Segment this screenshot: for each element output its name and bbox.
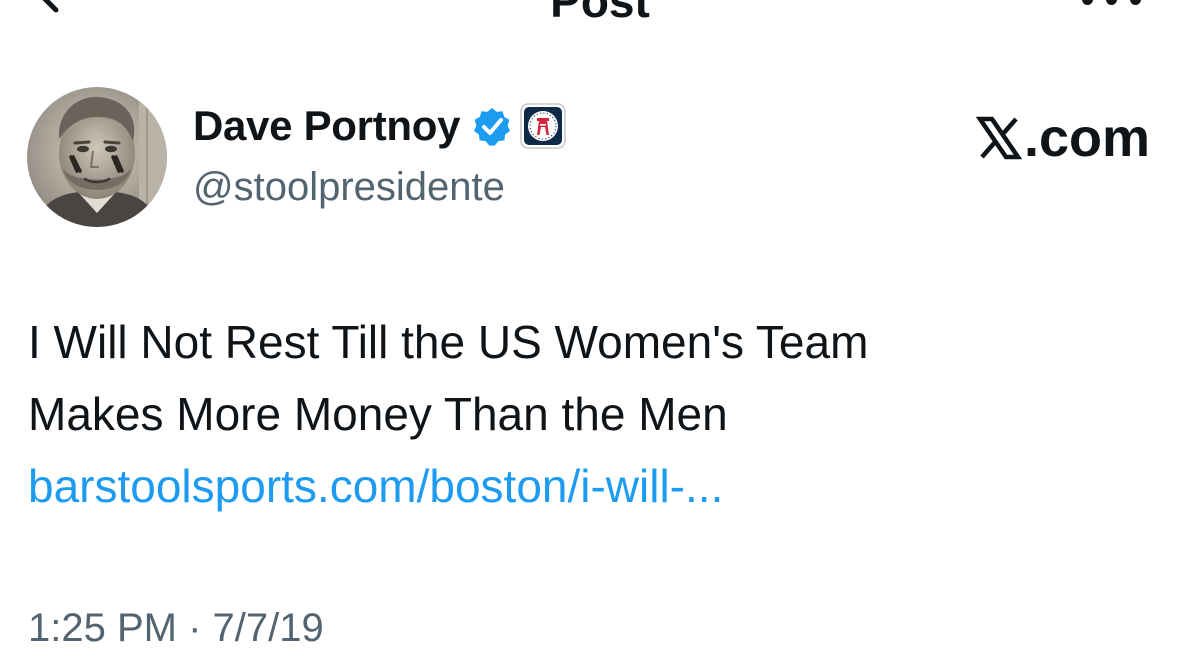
verified-badge-icon bbox=[474, 108, 511, 146]
avatar-image bbox=[27, 87, 167, 227]
post-timestamp: 1:25 PM · 7/7/19 bbox=[28, 603, 324, 653]
barstool-affiliate-badge-icon bbox=[520, 103, 566, 149]
post-text-line-2: Makes More Money Than the Men bbox=[28, 388, 728, 440]
x-com-watermark: .com bbox=[975, 108, 1150, 168]
avatar[interactable] bbox=[27, 87, 167, 227]
author-handle[interactable]: @stoolpresidente bbox=[193, 163, 505, 211]
x-logo-icon bbox=[975, 116, 1022, 160]
post-time[interactable]: 1:25 PM bbox=[28, 606, 177, 650]
timestamp-separator: · bbox=[188, 606, 202, 650]
author-display-name[interactable]: Dave Portnoy bbox=[193, 100, 460, 152]
watermark-text: .com bbox=[1023, 108, 1150, 168]
post-detail-screen: Post Dave Portnoy @stoolpresidente .com … bbox=[0, 0, 1200, 664]
author-name-row: Dave Portnoy bbox=[193, 100, 566, 152]
more-button[interactable] bbox=[1078, 0, 1148, 12]
post-date[interactable]: 7/7/19 bbox=[213, 606, 324, 650]
top-bar: Post bbox=[0, 0, 1200, 30]
post-text-line-1: I Will Not Rest Till the US Women's Team bbox=[28, 316, 869, 368]
post-text: I Will Not Rest Till the US Women's Team… bbox=[28, 306, 1168, 522]
page-title: Post bbox=[550, 0, 650, 27]
post-link[interactable]: barstoolsports.com/boston/i-will-... bbox=[28, 450, 1168, 522]
